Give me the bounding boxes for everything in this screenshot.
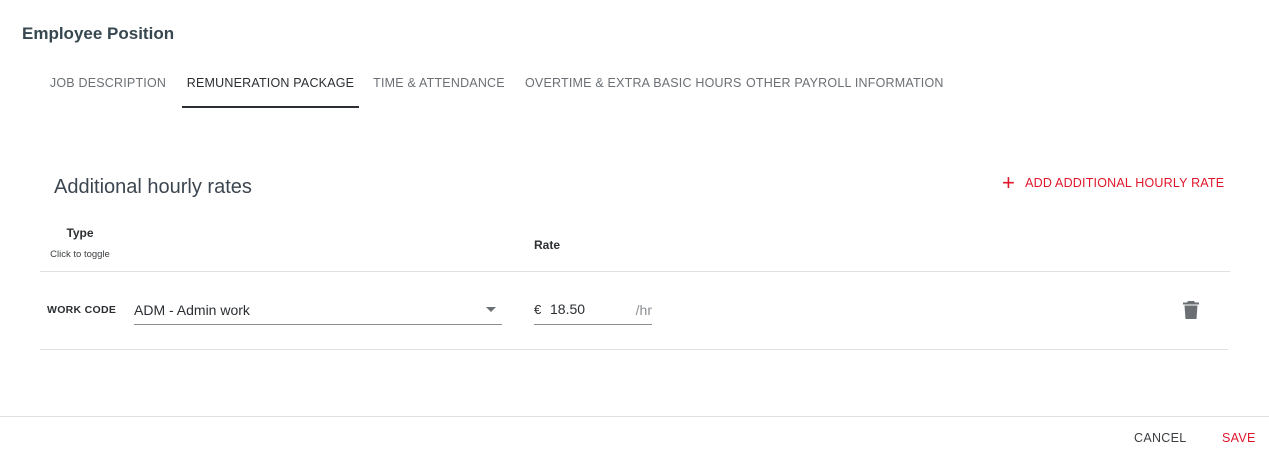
trash-icon[interactable] [1183, 301, 1199, 319]
type-header-label: Type [66, 226, 94, 240]
footer-divider [0, 416, 1269, 417]
rate-field: € /hr [534, 294, 652, 325]
work-code-select[interactable]: ADM - Admin work [134, 294, 502, 325]
page-title: Employee Position [22, 24, 175, 43]
section-title: Additional hourly rates [54, 176, 252, 198]
type-header-hint: Click to toggle [50, 249, 110, 260]
tab-remuneration-package[interactable]: REMUNERATION PACKAGE [182, 60, 359, 108]
rate-unit: /hr [635, 302, 652, 318]
add-hourly-rate-button[interactable]: + ADD ADDITIONAL HOURLY RATE [1002, 171, 1224, 195]
row-divider [40, 349, 1228, 350]
currency-symbol: € [534, 302, 542, 317]
chevron-down-icon [486, 307, 496, 312]
cancel-button[interactable]: CANCEL [1134, 431, 1187, 445]
add-hourly-rate-label: ADD ADDITIONAL HOURLY RATE [1025, 176, 1225, 190]
work-code-value: ADM - Admin work [134, 302, 250, 318]
header-divider [40, 271, 1230, 272]
tab-other-payroll-information[interactable]: OTHER PAYROLL INFORMATION [746, 60, 943, 106]
tab-time-attendance[interactable]: TIME & ATTENDANCE [365, 60, 513, 106]
tab-job-description[interactable]: JOB DESCRIPTION [34, 60, 182, 106]
rate-input[interactable] [550, 299, 626, 319]
rate-column-header: Rate [534, 238, 561, 252]
type-toggle[interactable]: WORK CODE [47, 304, 116, 316]
type-column-header: Type Click to toggle [40, 226, 120, 260]
plus-icon: + [1002, 170, 1016, 195]
save-button[interactable]: SAVE [1222, 431, 1256, 445]
tab-overtime-extra-basic-hours[interactable]: OVERTIME & EXTRA BASIC HOURS [525, 60, 741, 106]
